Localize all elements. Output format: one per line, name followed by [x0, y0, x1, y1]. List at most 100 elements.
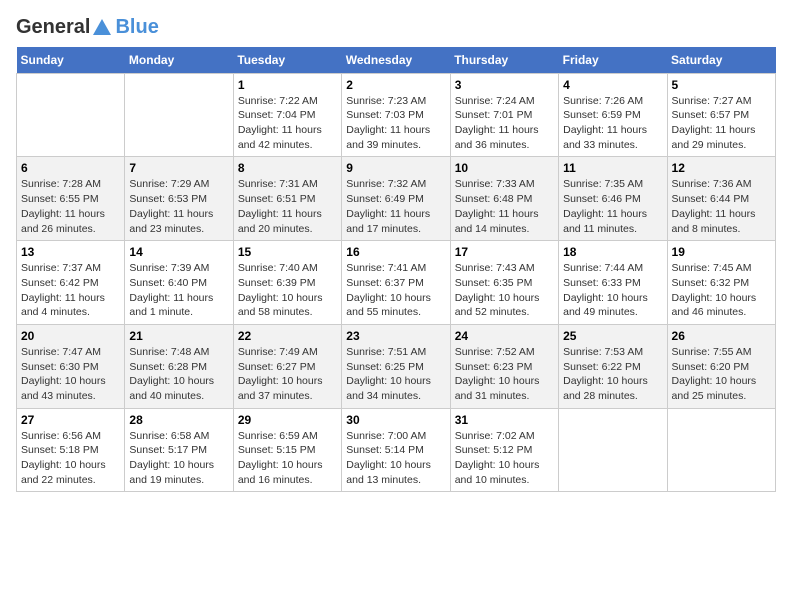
day-info: Sunrise: 7:53 AMSunset: 6:22 PMDaylight:…: [563, 345, 662, 404]
day-number: 18: [563, 245, 662, 259]
week-row-2: 6Sunrise: 7:28 AMSunset: 6:55 PMDaylight…: [17, 157, 776, 241]
column-header-friday: Friday: [559, 47, 667, 74]
day-info: Sunrise: 7:26 AMSunset: 6:59 PMDaylight:…: [563, 94, 662, 153]
day-info: Sunrise: 7:43 AMSunset: 6:35 PMDaylight:…: [455, 261, 554, 320]
calendar-cell: 10 Sunrise: 7:33 AMSunset: 6:48 PMDayligh…: [450, 157, 558, 241]
page-header: General Blue: [16, 16, 776, 39]
day-number: 5: [672, 78, 771, 92]
day-number: 17: [455, 245, 554, 259]
day-info: Sunrise: 7:52 AMSunset: 6:23 PMDaylight:…: [455, 345, 554, 404]
day-info: Sunrise: 7:27 AMSunset: 6:57 PMDaylight:…: [672, 94, 771, 153]
day-info: Sunrise: 6:56 AMSunset: 5:18 PMDaylight:…: [21, 429, 120, 488]
day-info: Sunrise: 7:47 AMSunset: 6:30 PMDaylight:…: [21, 345, 120, 404]
day-number: 30: [346, 413, 445, 427]
calendar-cell: 9 Sunrise: 7:32 AMSunset: 6:49 PMDaylight…: [342, 157, 450, 241]
day-number: 9: [346, 161, 445, 175]
calendar-cell: 18 Sunrise: 7:44 AMSunset: 6:33 PMDayligh…: [559, 241, 667, 325]
column-header-sunday: Sunday: [17, 47, 125, 74]
calendar-table: SundayMondayTuesdayWednesdayThursdayFrid…: [16, 47, 776, 493]
calendar-cell: [559, 408, 667, 492]
day-info: Sunrise: 7:00 AMSunset: 5:14 PMDaylight:…: [346, 429, 445, 488]
day-info: Sunrise: 7:31 AMSunset: 6:51 PMDaylight:…: [238, 177, 337, 236]
day-number: 28: [129, 413, 228, 427]
logo-icon: [91, 17, 113, 39]
calendar-cell: [667, 408, 775, 492]
calendar-cell: 5 Sunrise: 7:27 AMSunset: 6:57 PMDaylight…: [667, 73, 775, 157]
calendar-cell: 7 Sunrise: 7:29 AMSunset: 6:53 PMDaylight…: [125, 157, 233, 241]
day-number: 22: [238, 329, 337, 343]
calendar-cell: 23 Sunrise: 7:51 AMSunset: 6:25 PMDayligh…: [342, 324, 450, 408]
column-header-tuesday: Tuesday: [233, 47, 341, 74]
column-header-monday: Monday: [125, 47, 233, 74]
week-row-4: 20 Sunrise: 7:47 AMSunset: 6:30 PMDayligh…: [17, 324, 776, 408]
day-info: Sunrise: 7:32 AMSunset: 6:49 PMDaylight:…: [346, 177, 445, 236]
calendar-cell: 15Sunrise: 7:40 AMSunset: 6:39 PMDayligh…: [233, 241, 341, 325]
column-header-thursday: Thursday: [450, 47, 558, 74]
day-number: 15: [238, 245, 337, 259]
calendar-cell: 17 Sunrise: 7:43 AMSunset: 6:35 PMDayligh…: [450, 241, 558, 325]
day-info: Sunrise: 7:44 AMSunset: 6:33 PMDaylight:…: [563, 261, 662, 320]
day-number: 10: [455, 161, 554, 175]
day-info: Sunrise: 6:59 AMSunset: 5:15 PMDaylight:…: [238, 429, 337, 488]
day-number: 26: [672, 329, 771, 343]
day-number: 31: [455, 413, 554, 427]
header-row: SundayMondayTuesdayWednesdayThursdayFrid…: [17, 47, 776, 74]
day-number: 11: [563, 161, 662, 175]
calendar-cell: 20 Sunrise: 7:47 AMSunset: 6:30 PMDayligh…: [17, 324, 125, 408]
day-number: 29: [238, 413, 337, 427]
column-header-saturday: Saturday: [667, 47, 775, 74]
day-number: 1: [238, 78, 337, 92]
day-info: Sunrise: 7:02 AMSunset: 5:12 PMDaylight:…: [455, 429, 554, 488]
logo-text-blue: Blue: [115, 16, 158, 38]
calendar-cell: 30 Sunrise: 7:00 AMSunset: 5:14 PMDayligh…: [342, 408, 450, 492]
day-number: 19: [672, 245, 771, 259]
calendar-cell: 8 Sunrise: 7:31 AMSunset: 6:51 PMDaylight…: [233, 157, 341, 241]
calendar-cell: 19 Sunrise: 7:45 AMSunset: 6:32 PMDayligh…: [667, 241, 775, 325]
day-info: Sunrise: 7:45 AMSunset: 6:32 PMDaylight:…: [672, 261, 771, 320]
calendar-cell: 24 Sunrise: 7:52 AMSunset: 6:23 PMDayligh…: [450, 324, 558, 408]
calendar-cell: 11 Sunrise: 7:35 AMSunset: 6:46 PMDayligh…: [559, 157, 667, 241]
day-info: Sunrise: 7:23 AMSunset: 7:03 PMDaylight:…: [346, 94, 445, 153]
day-info: Sunrise: 7:51 AMSunset: 6:25 PMDaylight:…: [346, 345, 445, 404]
calendar-cell: 13Sunrise: 7:37 AMSunset: 6:42 PMDayligh…: [17, 241, 125, 325]
day-info: Sunrise: 7:37 AMSunset: 6:42 PMDaylight:…: [21, 261, 120, 320]
calendar-cell: 12 Sunrise: 7:36 AMSunset: 6:44 PMDayligh…: [667, 157, 775, 241]
day-number: 4: [563, 78, 662, 92]
day-info: Sunrise: 7:24 AMSunset: 7:01 PMDaylight:…: [455, 94, 554, 153]
day-number: 7: [129, 161, 228, 175]
day-number: 24: [455, 329, 554, 343]
day-number: 21: [129, 329, 228, 343]
calendar-cell: 22Sunrise: 7:49 AMSunset: 6:27 PMDayligh…: [233, 324, 341, 408]
day-number: 27: [21, 413, 120, 427]
day-number: 2: [346, 78, 445, 92]
calendar-cell: 28 Sunrise: 6:58 AMSunset: 5:17 PMDayligh…: [125, 408, 233, 492]
day-number: 25: [563, 329, 662, 343]
calendar-cell: [125, 73, 233, 157]
day-info: Sunrise: 7:35 AMSunset: 6:46 PMDaylight:…: [563, 177, 662, 236]
calendar-cell: 2 Sunrise: 7:23 AMSunset: 7:03 PMDaylight…: [342, 73, 450, 157]
day-info: Sunrise: 7:33 AMSunset: 6:48 PMDaylight:…: [455, 177, 554, 236]
day-info: Sunrise: 7:48 AMSunset: 6:28 PMDaylight:…: [129, 345, 228, 404]
calendar-cell: 14Sunrise: 7:39 AMSunset: 6:40 PMDayligh…: [125, 241, 233, 325]
day-number: 14: [129, 245, 228, 259]
calendar-cell: 4 Sunrise: 7:26 AMSunset: 6:59 PMDaylight…: [559, 73, 667, 157]
day-info: Sunrise: 7:22 AMSunset: 7:04 PMDaylight:…: [238, 94, 337, 153]
day-number: 3: [455, 78, 554, 92]
calendar-cell: [17, 73, 125, 157]
day-info: Sunrise: 6:58 AMSunset: 5:17 PMDaylight:…: [129, 429, 228, 488]
day-number: 20: [21, 329, 120, 343]
day-number: 8: [238, 161, 337, 175]
day-info: Sunrise: 7:36 AMSunset: 6:44 PMDaylight:…: [672, 177, 771, 236]
day-info: Sunrise: 7:41 AMSunset: 6:37 PMDaylight:…: [346, 261, 445, 320]
day-number: 12: [672, 161, 771, 175]
calendar-cell: 25 Sunrise: 7:53 AMSunset: 6:22 PMDayligh…: [559, 324, 667, 408]
calendar-cell: 27 Sunrise: 6:56 AMSunset: 5:18 PMDayligh…: [17, 408, 125, 492]
calendar-cell: 3 Sunrise: 7:24 AMSunset: 7:01 PMDaylight…: [450, 73, 558, 157]
calendar-cell: 26Sunrise: 7:55 AMSunset: 6:20 PMDayligh…: [667, 324, 775, 408]
day-info: Sunrise: 7:29 AMSunset: 6:53 PMDaylight:…: [129, 177, 228, 236]
calendar-cell: 6Sunrise: 7:28 AMSunset: 6:55 PMDaylight…: [17, 157, 125, 241]
day-number: 23: [346, 329, 445, 343]
column-header-wednesday: Wednesday: [342, 47, 450, 74]
calendar-cell: 21 Sunrise: 7:48 AMSunset: 6:28 PMDayligh…: [125, 324, 233, 408]
logo-text-general: General: [16, 16, 90, 38]
